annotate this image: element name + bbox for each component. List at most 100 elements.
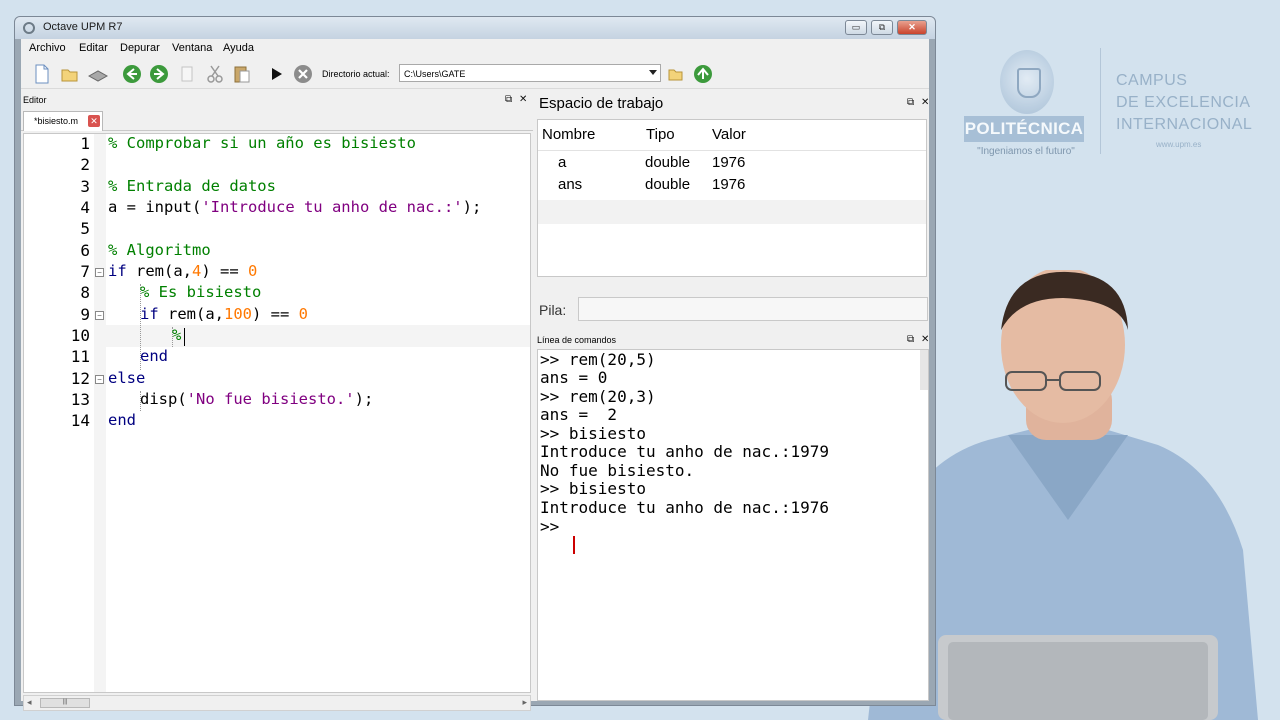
command-window-title: Línea de comandos xyxy=(537,335,617,345)
fold-toggle-icon[interactable]: − xyxy=(95,311,104,320)
table-row-value: 1976 xyxy=(712,154,746,171)
command-output-line: ans = 2 xyxy=(540,405,618,424)
title-bar: Octave UPM R7 ▭ ⧉ ✕ xyxy=(15,17,935,39)
upm-slogan: "Ingeniamos el futuro" xyxy=(977,146,1075,157)
stack-combo[interactable] xyxy=(578,297,928,321)
command-cursor xyxy=(573,536,575,554)
stop-icon[interactable] xyxy=(292,63,314,85)
line-number: 3 xyxy=(80,177,90,196)
tab-label: *bisiesto.m xyxy=(34,116,79,126)
run-icon[interactable] xyxy=(265,63,287,85)
table-row-type: double xyxy=(645,154,691,171)
code-line-13: disp('No fue bisiesto.'); xyxy=(140,390,374,408)
menu-ayuda[interactable]: Ayuda xyxy=(223,42,254,54)
code-editor[interactable]: 1 2 3 4 5 6 7 8 9 10 11 12 13 14 − − − %… xyxy=(23,133,531,693)
workspace-table: Nombre Tipo Valor a double 1976 ans doub… xyxy=(537,119,927,277)
header-divider xyxy=(538,150,926,151)
go-up-icon[interactable] xyxy=(692,63,714,85)
column-header-nombre[interactable]: Nombre xyxy=(542,126,595,143)
forward-icon[interactable] xyxy=(148,63,170,85)
scroll-thumb[interactable]: ||| xyxy=(40,698,90,708)
line-number: 2 xyxy=(80,155,90,174)
line-number: 9 xyxy=(80,305,90,324)
vertical-scrollbar[interactable] xyxy=(920,350,928,390)
chevron-down-icon[interactable] xyxy=(649,70,657,75)
line-number: 11 xyxy=(70,347,90,366)
command-output-line: >> rem(20,3) xyxy=(540,387,656,406)
tab-bisiesto[interactable]: *bisiesto.m ✕ xyxy=(23,111,103,131)
copy-icon[interactable] xyxy=(176,63,198,85)
current-directory-combo[interactable]: C:\Users\GATE xyxy=(399,64,661,82)
close-pane-icon[interactable]: ✕ xyxy=(519,94,527,105)
line-number: 8 xyxy=(80,283,90,302)
editor-title: Editor xyxy=(23,95,47,105)
close-pane-icon[interactable]: ✕ xyxy=(921,97,929,108)
current-line-highlight xyxy=(106,325,530,347)
code-line-7: if rem(a,4) == 0 xyxy=(108,262,258,280)
upm-seal-icon xyxy=(1000,50,1054,114)
editor-pane: Editor ⧉ ✕ *bisiesto.m ✕ 1 2 3 4 5 6 7 8… xyxy=(21,91,533,711)
fold-toggle-icon[interactable]: − xyxy=(95,375,104,384)
fold-margin xyxy=(94,134,106,692)
browse-folder-icon[interactable] xyxy=(665,63,687,85)
column-header-tipo[interactable]: Tipo xyxy=(646,126,675,143)
undock-icon[interactable]: ⧉ xyxy=(505,94,512,105)
command-window[interactable]: >> rem(20,5) ans = 0 >> rem(20,3) ans = … xyxy=(537,349,929,701)
upm-logo-block: POLITÉCNICA "Ingeniamos el futuro" CAMPU… xyxy=(960,40,1280,180)
line-number: 14 xyxy=(70,411,90,430)
menu-depurar[interactable]: Depurar xyxy=(120,42,160,54)
editor-tab-bar: *bisiesto.m ✕ xyxy=(21,111,533,131)
line-number-gutter: 1 2 3 4 5 6 7 8 9 10 11 12 13 14 xyxy=(24,134,102,692)
paste-icon[interactable] xyxy=(231,63,253,85)
code-line-1: % Comprobar si un año es bisiesto xyxy=(108,134,416,152)
campus-excelencia-text: CAMPUS DE EXCELENCIA INTERNACIONAL xyxy=(1116,70,1252,136)
close-pane-icon[interactable]: ✕ xyxy=(921,334,929,345)
workspace-title: Espacio de trabajo xyxy=(539,95,664,112)
cut-icon[interactable] xyxy=(204,63,226,85)
line-number: 7 xyxy=(80,262,90,281)
close-tab-icon[interactable]: ✕ xyxy=(88,115,100,127)
current-directory-value: C:\Users\GATE xyxy=(404,69,466,79)
upm-url: www.upm.es xyxy=(1156,140,1202,149)
column-header-valor[interactable]: Valor xyxy=(712,126,746,143)
save-icon[interactable] xyxy=(87,63,109,85)
campus-line: CAMPUS xyxy=(1116,72,1188,89)
scroll-left-icon[interactable]: ◂ xyxy=(27,697,32,708)
code-line-4: a = input('Introduce tu anho de nac.:'); xyxy=(108,198,482,216)
table-row-name[interactable]: ans xyxy=(558,176,582,193)
code-line-9: if rem(a,100) == 0 xyxy=(140,305,309,323)
scroll-right-icon[interactable]: ▸ xyxy=(522,697,527,708)
campus-line: INTERNACIONAL xyxy=(1116,116,1253,133)
logo-divider xyxy=(1100,48,1101,154)
table-row-name[interactable]: a xyxy=(558,154,566,171)
stack-label: Pila: xyxy=(539,302,567,318)
table-row[interactable] xyxy=(538,200,926,224)
menu-archivo[interactable]: Archivo xyxy=(29,42,66,54)
open-folder-icon[interactable] xyxy=(59,63,81,85)
code-line-6: % Algoritmo xyxy=(108,241,211,259)
workspace-pane: Espacio de trabajo ⧉ ✕ Nombre Tipo Valor… xyxy=(537,91,929,277)
undock-icon[interactable]: ⧉ xyxy=(907,334,914,345)
code-line-11: end xyxy=(140,347,168,365)
maximize-button[interactable]: ⧉ xyxy=(871,20,893,35)
command-output-line: >> rem(20,5) xyxy=(540,350,656,369)
minimize-button[interactable]: ▭ xyxy=(845,20,867,35)
octave-window: Octave UPM R7 ▭ ⧉ ✕ Archivo Editar Depur… xyxy=(14,16,936,711)
horizontal-scrollbar[interactable]: ◂ ||| ▸ xyxy=(23,695,531,711)
code-line-8: % Es bisiesto xyxy=(140,283,262,301)
close-button[interactable]: ✕ xyxy=(897,20,927,35)
command-prompt[interactable]: >> xyxy=(540,517,569,536)
code-line-14: end xyxy=(108,411,136,429)
menu-ventana[interactable]: Ventana xyxy=(172,42,212,54)
new-file-icon[interactable] xyxy=(31,63,53,85)
code-line-3: % Entrada de datos xyxy=(108,177,276,195)
text-cursor xyxy=(184,328,185,346)
code-line-12: else xyxy=(108,369,146,387)
undock-icon[interactable]: ⧉ xyxy=(907,97,914,108)
command-output-line: Introduce tu anho de nac.:1979 xyxy=(540,442,829,461)
code-line-10: % xyxy=(172,326,182,344)
fold-toggle-icon[interactable]: − xyxy=(95,268,104,277)
command-window-pane: Línea de comandos ⧉ ✕ >> rem(20,5) ans =… xyxy=(537,333,929,701)
menu-editar[interactable]: Editar xyxy=(79,42,108,54)
back-icon[interactable] xyxy=(121,63,143,85)
